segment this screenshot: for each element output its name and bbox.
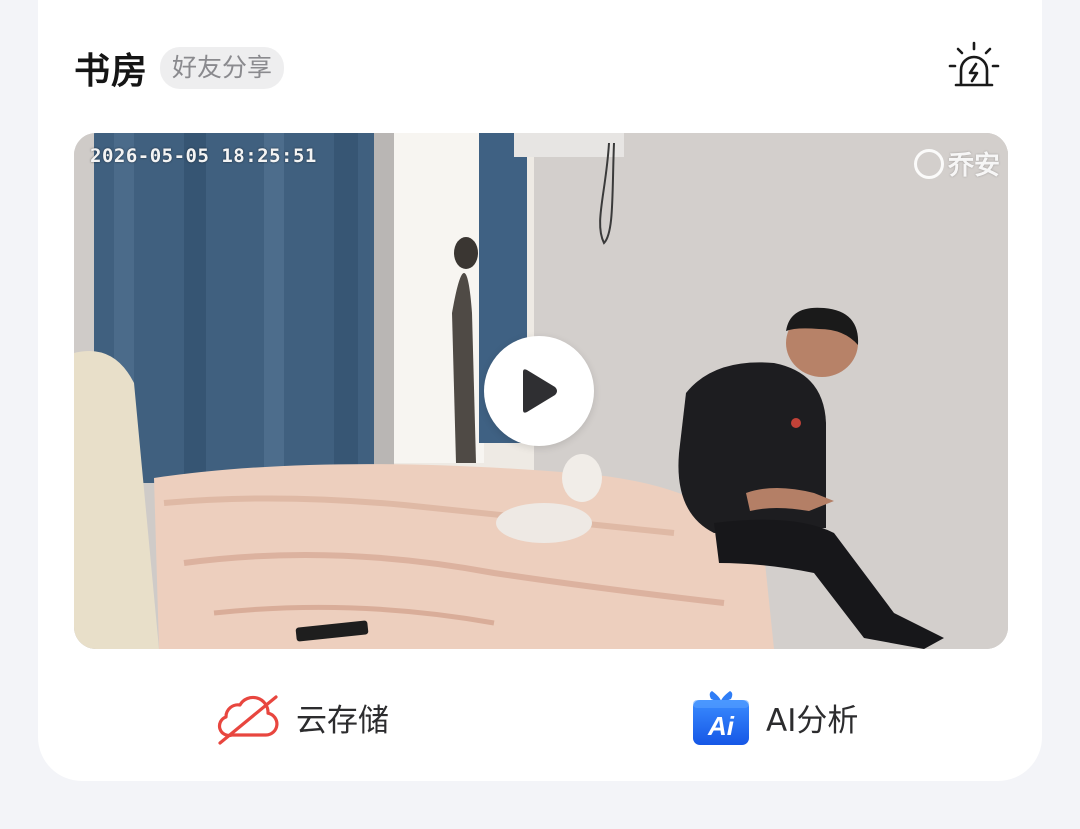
- action-bar: 云存储 Ai AI分析: [74, 680, 1008, 754]
- cloud-storage-label: 云存储: [296, 702, 389, 739]
- video-timestamp: 2026-05-05 18:25:51: [90, 145, 317, 167]
- ai-icon-text: Ai: [707, 711, 735, 741]
- room-title: 书房: [74, 51, 149, 92]
- cloud-storage-button[interactable]: 云存储: [216, 680, 389, 754]
- card-header: 书房 好友分享: [74, 40, 285, 96]
- watermark-text: 乔安: [947, 151, 1000, 181]
- ai-analysis-button[interactable]: Ai AI分析: [690, 680, 858, 754]
- ai-gift-icon: Ai: [693, 691, 749, 745]
- play-button[interactable]: [484, 336, 594, 446]
- share-badge: 好友分享: [160, 47, 285, 89]
- brand-logo-icon: [913, 148, 944, 179]
- alarm-light-button[interactable]: [944, 38, 1004, 94]
- play-icon: [523, 369, 557, 413]
- alarm-light-icon: [948, 41, 1000, 87]
- cloud-disabled-icon: [217, 695, 279, 745]
- brand-watermark: 乔安: [913, 145, 1000, 182]
- ai-analysis-label: AI分析: [766, 702, 859, 739]
- video-preview[interactable]: 2026-05-05 18:25:51 乔安: [74, 133, 1008, 649]
